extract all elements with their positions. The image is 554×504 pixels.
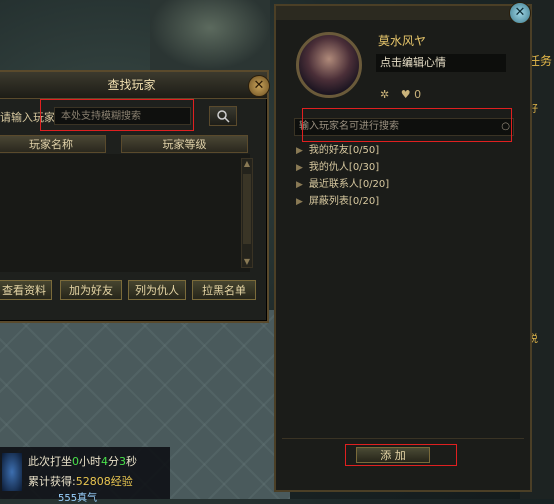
- status-row: ✲ ♥ 0: [380, 88, 421, 101]
- group-friends[interactable]: ▶ 我的好友[0/50]: [296, 142, 389, 159]
- meditation-status: 此次打坐0小时4分3秒 累计获得:52808经验 555真气: [0, 447, 170, 504]
- player-name: 莫水风ヤ: [378, 34, 427, 48]
- highlight-box: [40, 99, 194, 131]
- search-icon: [217, 110, 230, 123]
- expand-icon: ▶: [296, 197, 303, 207]
- scenery: [150, 0, 270, 70]
- gear-icon[interactable]: ✲: [380, 88, 389, 101]
- group-enemies[interactable]: ▶ 我的仇人[0/30]: [296, 159, 389, 176]
- scrollbar[interactable]: ▲ ▼: [241, 158, 253, 268]
- close-button[interactable]: ✕: [248, 75, 270, 97]
- column-header-name[interactable]: 玩家名称: [0, 135, 106, 153]
- close-button[interactable]: ✕: [509, 2, 531, 24]
- meditation-time: 此次打坐0小时4分3秒: [28, 455, 137, 468]
- player-list: [0, 154, 250, 272]
- scroll-up-icon[interactable]: ▲: [242, 159, 252, 169]
- column-header-level[interactable]: 玩家等级: [121, 135, 248, 153]
- panel-topbar: [276, 6, 530, 20]
- friend-groups: ▶ 我的好友[0/50] ▶ 我的仇人[0/30] ▶ 最近联系人[0/20] ▶ 屏蔽…: [296, 142, 389, 210]
- dialog-title: 查找玩家: [0, 72, 267, 99]
- group-blocked[interactable]: ▶ 屏蔽列表[0/20]: [296, 193, 389, 210]
- expand-icon: ▶: [296, 180, 303, 190]
- expand-icon: ▶: [296, 146, 303, 156]
- divider: [282, 438, 524, 439]
- mood-field[interactable]: 点击编辑心情: [376, 54, 506, 72]
- group-recent[interactable]: ▶ 最近联系人[0/20]: [296, 176, 389, 193]
- view-profile-button[interactable]: 查看资料: [0, 280, 52, 300]
- heart-icon: ♥: [400, 88, 411, 101]
- skill-icon: [2, 453, 22, 491]
- search-button[interactable]: [209, 106, 237, 126]
- highlight-box: [345, 444, 457, 466]
- like-count: 0: [414, 88, 422, 101]
- scroll-thumb[interactable]: [243, 174, 251, 244]
- scroll-down-icon[interactable]: ▼: [242, 257, 252, 267]
- add-friend-button[interactable]: 加为好友: [60, 280, 122, 300]
- blacklist-button[interactable]: 拉黑名单: [192, 280, 256, 300]
- mark-enemy-button[interactable]: 列为仇人: [128, 280, 186, 300]
- avatar[interactable]: [296, 32, 362, 98]
- expand-icon: ▶: [296, 163, 303, 173]
- friends-panel: ✕ 莫水风ヤ 点击编辑心情 ✲ ♥ 0 输入玩家名可进行搜索 ○ ▶ 我的好友[0…: [274, 2, 532, 492]
- qi-amount: 555真气: [58, 493, 98, 504]
- find-player-dialog: 查找玩家 ✕ 请输入玩家名 本处支持模糊搜索 玩家名称 玩家等级 ▲ ▼ 查看资…: [0, 70, 270, 323]
- highlight-box: [302, 108, 512, 142]
- total-exp: 累计获得:52808经验: [28, 475, 133, 488]
